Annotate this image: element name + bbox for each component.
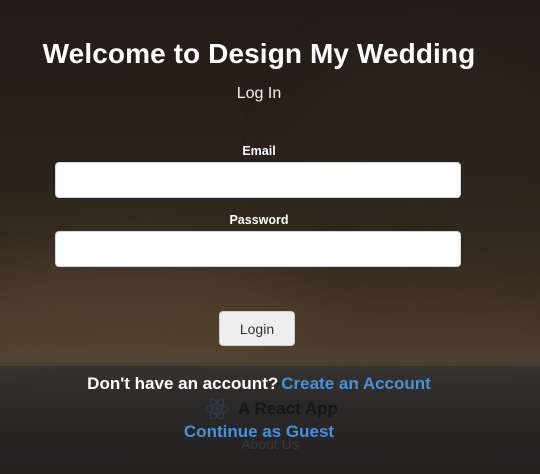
login-page: A React App About Us Welcome to Design M… [0,0,540,474]
email-label: Email [242,144,276,158]
login-form: Welcome to Design My Wedding Log In Emai… [0,0,540,474]
password-field[interactable] [55,231,461,267]
page-subtitle: Log In [236,85,282,102]
signup-prompt: Don't have an account? Create an Account [0,374,518,394]
create-account-link[interactable]: Create an Account [281,374,431,393]
page-title: Welcome to Design My Wedding [42,38,476,69]
login-button[interactable]: Login [219,311,295,346]
password-label: Password [229,213,289,227]
no-account-text: Don't have an account? [87,374,279,393]
email-field[interactable] [55,162,461,198]
continue-as-guest-link[interactable]: Continue as Guest [0,422,518,442]
